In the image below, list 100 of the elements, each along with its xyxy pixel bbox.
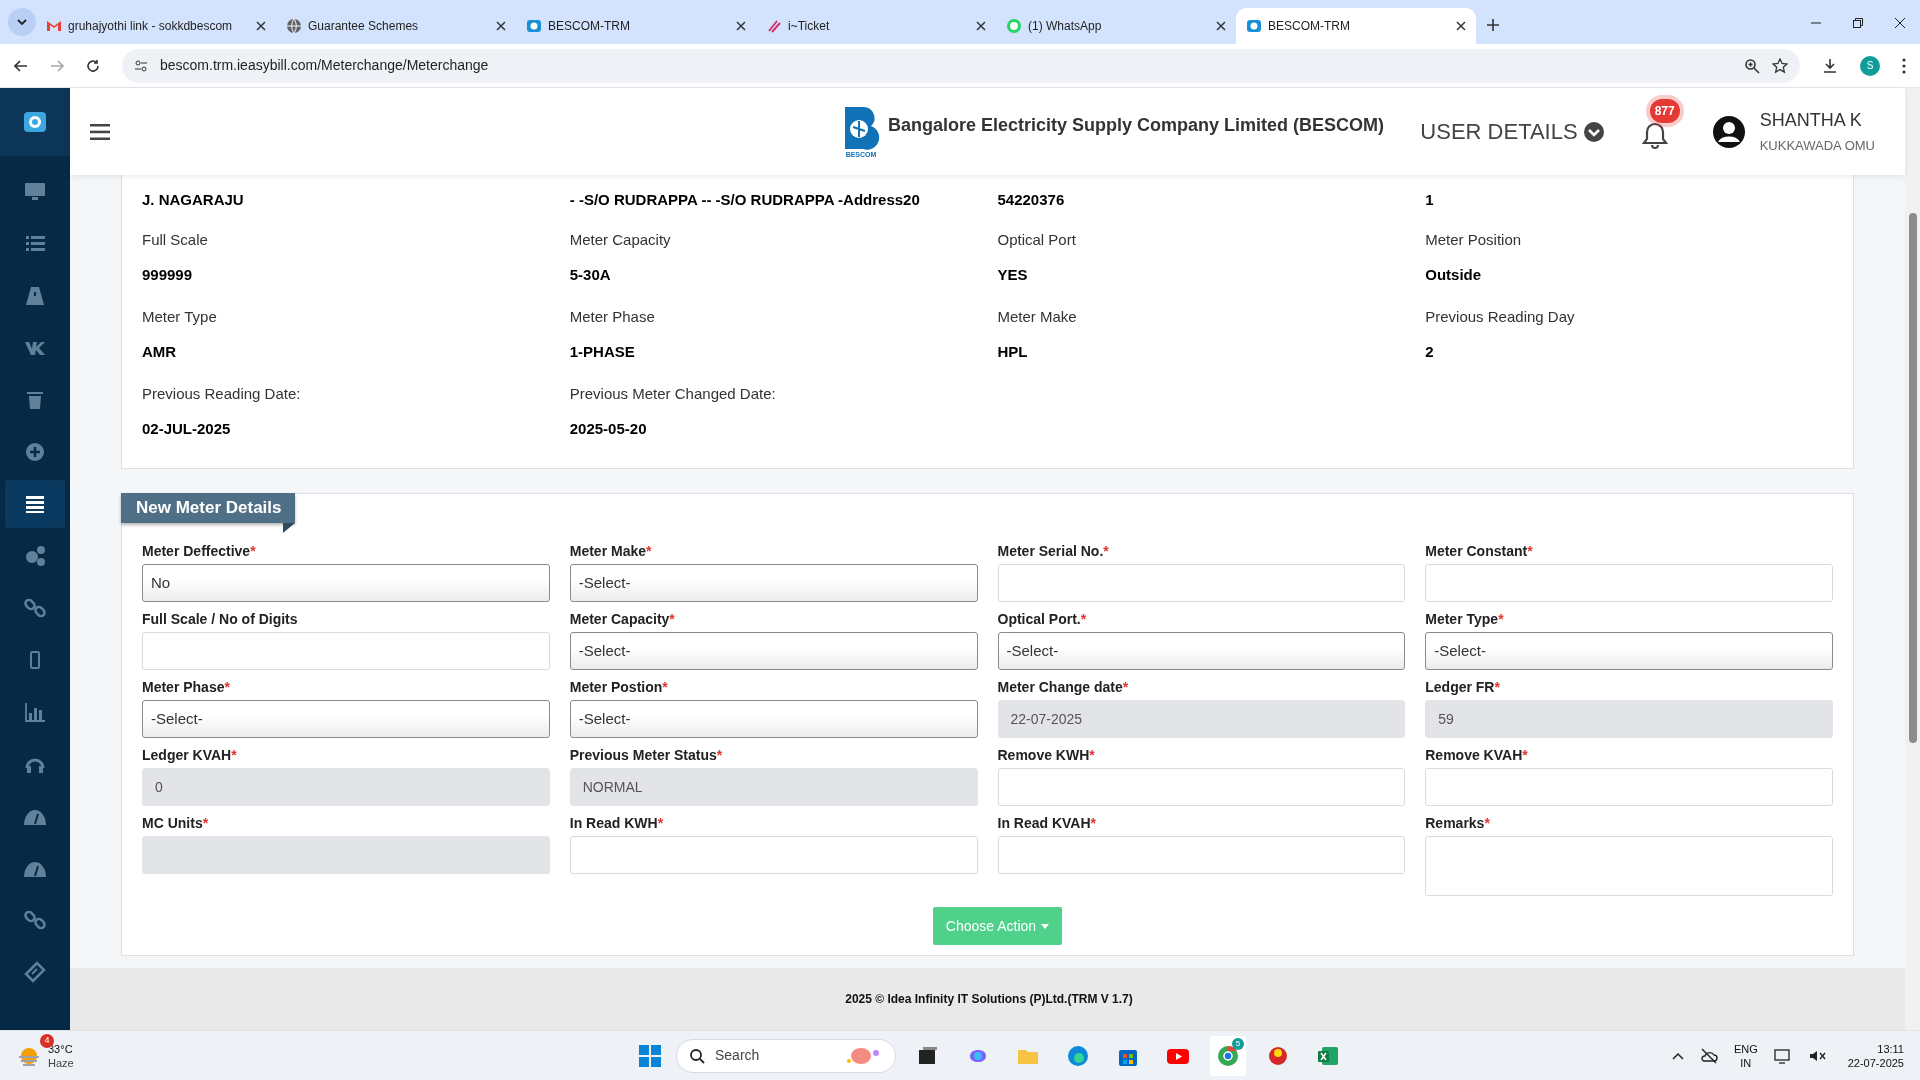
restore-icon[interactable]: [1852, 17, 1864, 29]
zoom-icon[interactable]: [1744, 57, 1760, 74]
field-label: Meter Type*: [1425, 610, 1505, 628]
input-field: 0: [142, 768, 550, 806]
detail-label: Meter Position: [1425, 230, 1523, 250]
start-icon[interactable]: [638, 1043, 662, 1068]
company-title: Bangalore Electricity Supply Company Limited (BESCOM): [888, 114, 1385, 137]
field-label: Meter Deffective*: [142, 542, 257, 560]
tab-search-icon[interactable]: [8, 8, 36, 36]
field-label: Ledger FR*: [1425, 678, 1501, 696]
clock[interactable]: 13:11 22-07-2025: [1847, 1041, 1904, 1070]
caret-icon: [1041, 923, 1050, 929]
reload-icon[interactable]: [86, 58, 100, 73]
browser-tab[interactable]: BESCOM-TRM: [516, 8, 756, 44]
select-field[interactable]: -Select-: [997, 632, 1406, 670]
language-indicator[interactable]: ENG IN: [1733, 1041, 1758, 1070]
user-name: SHANTHA K: [1759, 109, 1863, 133]
select-field[interactable]: -Select-: [569, 632, 978, 670]
tab-title: i~Ticket: [788, 18, 831, 35]
input-field[interactable]: [1425, 564, 1833, 602]
select-field[interactable]: -Select-: [569, 700, 978, 738]
field-label: Meter Postion*: [569, 678, 669, 696]
field-label: Meter Change date*: [997, 678, 1130, 696]
input-field[interactable]: [142, 632, 550, 670]
back-icon[interactable]: [14, 58, 28, 73]
close-icon[interactable]: [1894, 17, 1906, 29]
new-tab-icon[interactable]: [1486, 18, 1500, 32]
browser-tab[interactable]: BESCOM-TRM: [1236, 8, 1476, 44]
input-field[interactable]: [997, 564, 1406, 602]
plus-circle-icon: [23, 440, 47, 464]
site-icon: [526, 18, 542, 34]
close-icon[interactable]: [256, 21, 266, 31]
chevron-down-icon: [1583, 121, 1604, 142]
field-label: Remove KWH*: [997, 746, 1096, 764]
search-icon: [689, 1047, 705, 1064]
detail-value: 54220376: [997, 190, 1066, 209]
close-icon[interactable]: [1216, 21, 1226, 31]
forward-icon[interactable]: [50, 58, 64, 73]
user-details-dropdown[interactable]: USER DETAILS: [1420, 115, 1604, 148]
browser-tab[interactable]: i~Ticket: [756, 8, 996, 44]
input-field: NORMAL: [569, 768, 978, 806]
field-label: MC Units*: [142, 814, 210, 832]
chat-icon: [1006, 18, 1022, 34]
field-label: Ledger KVAH*: [142, 746, 238, 764]
site-icon: [1246, 18, 1262, 34]
select-field[interactable]: -Select-: [569, 564, 978, 602]
section-title: New Meter Details: [121, 493, 295, 523]
footer-text: 2025 © Idea Infinity IT Solutions (P)Ltd.(TRM V 1.7): [845, 991, 1133, 1008]
menu-icon[interactable]: [1902, 57, 1906, 74]
chevron-up-icon[interactable]: [1671, 1051, 1684, 1060]
field-label: In Read KVAH*: [997, 814, 1098, 832]
taskbar-search[interactable]: Search: [676, 1038, 896, 1073]
detail-value: 999999: [142, 264, 194, 285]
chrome-icon[interactable]: [1216, 1043, 1240, 1068]
detail-label: Previous Meter Changed Date:: [569, 384, 777, 404]
menu-icon[interactable]: [90, 123, 110, 140]
select-field[interactable]: -Select-: [142, 700, 550, 738]
detail-value: - -S/O RUDRAPPA -- -S/O RUDRAPPA -Address20: [569, 190, 921, 209]
network-icon[interactable]: [1773, 1047, 1792, 1064]
select-field[interactable]: No: [142, 564, 550, 602]
input-field[interactable]: [997, 836, 1406, 874]
user-avatar[interactable]: [1711, 114, 1746, 149]
input-field[interactable]: [997, 768, 1406, 806]
browser-tab[interactable]: (1) WhatsApp: [996, 8, 1236, 44]
scrollbar[interactable]: [1905, 88, 1920, 1030]
input-field[interactable]: [1425, 768, 1833, 806]
link-icon: [23, 596, 47, 620]
close-icon[interactable]: [976, 21, 986, 31]
tab-title: gruhajyothi link - sokkdbescom: [68, 18, 234, 35]
ticket-icon: [23, 960, 47, 984]
download-icon[interactable]: [1822, 57, 1838, 74]
field-label: Meter Serial No.*: [997, 542, 1110, 560]
close-icon[interactable]: [496, 21, 506, 31]
detail-value: 2025-05-20: [569, 418, 648, 439]
select-field[interactable]: -Select-: [1425, 632, 1833, 670]
browser-tab[interactable]: Guarantee Schemes: [276, 8, 516, 44]
cloud-off-icon[interactable]: [1699, 1047, 1718, 1064]
edge-icon[interactable]: [1066, 1043, 1090, 1068]
sidebar-item[interactable]: [5, 480, 65, 528]
detail-label: Optical Port: [997, 230, 1077, 250]
browser-tab[interactable]: gruhajyothi link - sokkdbescom: [36, 8, 276, 44]
tab-title: (1) WhatsApp: [1028, 18, 1103, 35]
ribbon-fold-icon: [283, 523, 295, 533]
input-field[interactable]: [569, 836, 978, 874]
bar-chart-icon: [23, 700, 47, 724]
star-icon[interactable]: [1772, 57, 1788, 74]
close-icon[interactable]: [736, 21, 746, 31]
detail-value: HPL: [997, 341, 1029, 362]
weather-text: Haze: [48, 1055, 74, 1070]
address-bar[interactable]: bescom.trm.ieasybill.com/Meterchange/Meterchange: [122, 48, 1800, 83]
close-icon[interactable]: [1456, 21, 1466, 31]
notification-badge: 877: [1649, 98, 1680, 123]
app-logo-icon[interactable]: [24, 112, 46, 132]
field-label: Meter Constant*: [1425, 542, 1534, 560]
detail-value: Outside: [1425, 264, 1483, 285]
bell-icon[interactable]: [1641, 120, 1668, 149]
field-label: Meter Phase*: [142, 678, 231, 696]
field-label: Meter Make*: [569, 542, 653, 560]
road-icon: [23, 284, 47, 308]
site-settings-icon[interactable]: [134, 58, 148, 73]
